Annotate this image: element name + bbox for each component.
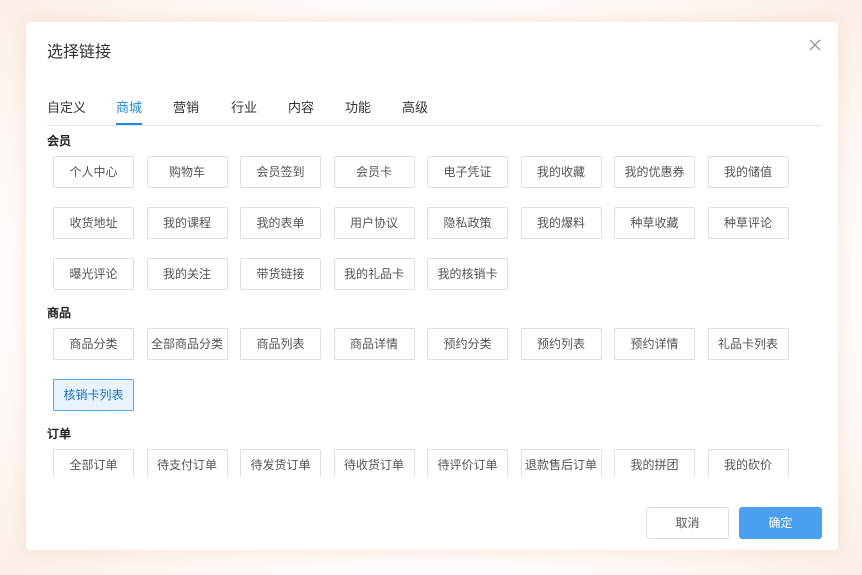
- tab-mall[interactable]: 商城: [116, 100, 143, 125]
- link-list[interactable]: 会员个人中心 购物车 会员签到 会员卡 电子凭证 我的收藏 我的优惠券 我的储值收货地址 我的课…: [47, 132, 827, 477]
- link-option[interactable]: 带货链接: [240, 258, 321, 290]
- link-option[interactable]: 隐私政策: [427, 207, 508, 239]
- tab-marketing[interactable]: 营销: [173, 100, 199, 125]
- link-option[interactable]: 会员卡: [333, 156, 415, 188]
- link-option[interactable]: 全部订单: [53, 449, 134, 477]
- dialog-title: 选择链接: [47, 42, 112, 61]
- section-title: 商品: [47, 306, 72, 320]
- link-option[interactable]: 我的储值: [707, 156, 789, 188]
- link-option[interactable]: 待发货订单: [240, 449, 321, 477]
- link-option[interactable]: 曝光评论: [53, 258, 134, 290]
- link-option[interactable]: 待评价订单: [427, 449, 508, 477]
- link-option[interactable]: 预约详情: [614, 328, 695, 360]
- link-option[interactable]: 预约列表: [520, 328, 602, 360]
- link-option[interactable]: 礼品卡列表: [707, 328, 789, 360]
- section-title: 会员: [47, 134, 72, 148]
- tab-bar: 自定义 商城 营销 行业 内容 功能 高级: [47, 100, 822, 126]
- link-option[interactable]: 我的课程: [146, 207, 228, 239]
- section-title: 订单: [47, 427, 72, 441]
- link-option[interactable]: 商品详情: [333, 328, 415, 360]
- link-option[interactable]: 收货地址: [53, 207, 134, 239]
- tab-advanced[interactable]: 高级: [402, 100, 428, 125]
- link-option[interactable]: 会员签到: [240, 156, 321, 188]
- link-option[interactable]: 用户协议: [333, 207, 415, 239]
- tab-function[interactable]: 功能: [345, 100, 371, 125]
- link-option[interactable]: 我的爆料: [520, 207, 602, 239]
- link-option[interactable]: 我的礼品卡: [333, 258, 415, 290]
- tab-custom[interactable]: 自定义: [47, 100, 86, 125]
- link-option[interactable]: 种草收藏: [614, 207, 695, 239]
- link-option[interactable]: 我的表单: [240, 207, 321, 239]
- close-icon[interactable]: [807, 37, 823, 53]
- confirm-button[interactable]: 确定: [739, 507, 822, 539]
- cancel-button[interactable]: 取消: [646, 507, 729, 539]
- link-option[interactable]: 电子凭证: [427, 156, 508, 188]
- link-option[interactable]: 待支付订单: [146, 449, 228, 477]
- link-option[interactable]: 退款售后订单: [520, 449, 602, 477]
- link-option[interactable]: 待收货订单: [333, 449, 415, 477]
- link-option[interactable]: 我的拼团: [614, 449, 695, 477]
- link-option[interactable]: 预约分类: [427, 328, 508, 360]
- link-option[interactable]: 我的砍价: [707, 449, 789, 477]
- tab-industry[interactable]: 行业: [231, 100, 257, 125]
- link-option[interactable]: 我的收藏: [520, 156, 602, 188]
- link-option[interactable]: 商品列表: [240, 328, 321, 360]
- tab-content[interactable]: 内容: [288, 100, 314, 125]
- select-link-dialog: 选择链接 自定义 商城 营销 行业 内容 功能 高级 会员个人中心 购物车 会员签到…: [26, 22, 838, 550]
- link-option[interactable]: 我的优惠券: [614, 156, 695, 188]
- link-option[interactable]: 核销卡列表: [53, 379, 134, 411]
- link-option[interactable]: 全部商品分类: [146, 328, 228, 360]
- link-option[interactable]: 个人中心: [53, 156, 134, 188]
- link-option[interactable]: 我的核销卡: [427, 258, 508, 290]
- link-option[interactable]: 种草评论: [707, 207, 789, 239]
- link-option[interactable]: 商品分类: [53, 328, 134, 360]
- link-option[interactable]: 我的关注: [146, 258, 228, 290]
- link-option[interactable]: 购物车: [146, 156, 228, 188]
